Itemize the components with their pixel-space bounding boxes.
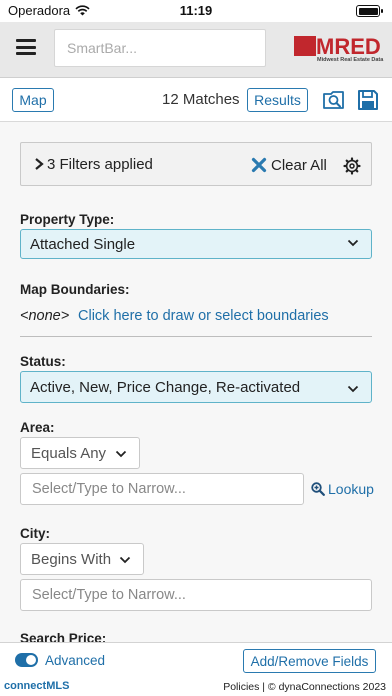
city-operator-value: Begins With (31, 550, 112, 568)
property-type-select[interactable]: Attached Single (20, 229, 372, 259)
brand-prefix: connect (4, 680, 47, 692)
chevron-down-icon (347, 385, 359, 393)
chevron-right-icon (35, 158, 44, 170)
footer-links[interactable]: Policies | © dynaConnections 2023 (223, 681, 386, 693)
connectmls-brand: connectMLS (4, 680, 69, 692)
city-operator-select[interactable]: Begins With (20, 543, 144, 575)
mred-logo: MRED Midwest Real Estate Data (294, 34, 386, 65)
bottom-bar: Advanced Add/Remove Fields (0, 642, 392, 678)
area-operator-value: Equals Any (31, 444, 107, 462)
area-label: Area: (20, 420, 55, 435)
status-bar: Operadora 11:19 (0, 0, 392, 22)
matches-count: 12 Matches (162, 91, 240, 108)
advanced-toggle[interactable] (15, 653, 38, 667)
status-value: Active, New, Price Change, Re-activated (30, 378, 301, 396)
boundaries-none-text: <none> (20, 308, 70, 324)
clear-all-button[interactable]: Clear All (251, 154, 327, 176)
lookup-label: Lookup (328, 481, 374, 497)
gear-icon[interactable] (343, 157, 361, 175)
chevron-down-icon (119, 556, 131, 564)
search-form: 3 Filters applied Clear All Property Typ… (0, 122, 392, 642)
add-remove-fields-button[interactable]: Add/Remove Fields (243, 649, 376, 673)
app-header: MRED Midwest Real Estate Data (0, 22, 392, 78)
battery-icon (356, 5, 383, 17)
status-label: Status: (20, 354, 66, 369)
saved-search-icon[interactable] (322, 88, 346, 112)
draw-boundaries-link[interactable]: Click here to draw or select boundaries (78, 308, 329, 324)
city-input[interactable] (20, 579, 372, 611)
property-type-value: Attached Single (30, 235, 136, 253)
status-select[interactable]: Active, New, Price Change, Re-activated (20, 371, 372, 403)
chevron-down-icon (115, 450, 127, 458)
section-divider (20, 336, 372, 337)
lookup-button[interactable]: Lookup (311, 481, 374, 497)
map-boundaries-label: Map Boundaries: (20, 282, 130, 297)
footer: connectMLS Policies | © dynaConnections … (0, 678, 392, 696)
smartbar-input[interactable] (54, 29, 266, 67)
logo-mark-icon (294, 36, 316, 56)
clear-all-label: Clear All (271, 156, 327, 174)
brand-suffix: MLS (46, 680, 70, 692)
filters-applied-label: 3 Filters applied (47, 156, 153, 173)
hamburger-menu-icon[interactable] (16, 39, 36, 55)
property-type-label: Property Type: (20, 212, 115, 227)
area-operator-select[interactable]: Equals Any (20, 437, 140, 469)
city-label: City: (20, 526, 50, 541)
filters-summary[interactable]: 3 Filters applied Clear All (20, 142, 372, 186)
advanced-label[interactable]: Advanced (45, 653, 105, 668)
save-icon[interactable] (356, 88, 380, 112)
close-x-icon (251, 157, 267, 173)
results-toolbar: Map 12 Matches Results (0, 78, 392, 122)
search-price-label: Search Price: (20, 631, 107, 642)
area-input[interactable] (20, 473, 304, 505)
logo-tagline: Midwest Real Estate Data (317, 57, 384, 63)
clock: 11:19 (179, 3, 213, 18)
magnifier-plus-icon (311, 482, 325, 496)
results-button[interactable]: Results (247, 88, 308, 112)
chevron-down-icon (347, 239, 359, 247)
map-button[interactable]: Map (12, 88, 54, 112)
